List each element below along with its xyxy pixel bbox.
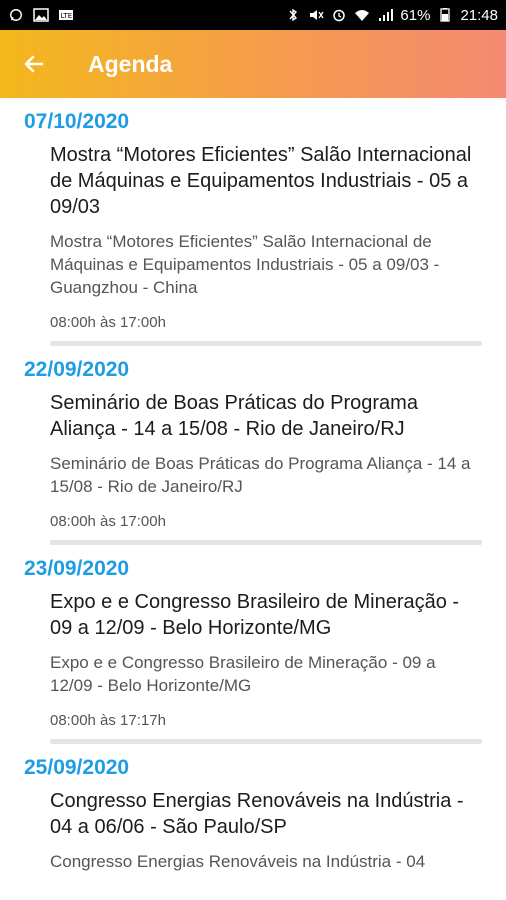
event-description: Seminário de Boas Práticas do Programa A… <box>50 454 471 496</box>
event-item[interactable]: 25/09/2020 Congresso Energias Renováveis… <box>24 744 482 873</box>
event-time: 08:00h às 17:00h <box>50 314 166 331</box>
event-date: 07/10/2020 <box>24 110 130 133</box>
whatsapp-icon <box>8 8 24 22</box>
event-title: Mostra “Motores Eficientes” Salão Intern… <box>50 144 472 218</box>
battery-percent: 61% <box>400 6 431 24</box>
event-date: 25/09/2020 <box>24 756 130 779</box>
event-description: Mostra “Motores Eficientes” Salão Intern… <box>50 232 440 297</box>
back-button[interactable] <box>0 30 68 98</box>
event-list: 07/10/2020 Mostra “Motores Eficientes” S… <box>0 98 506 873</box>
app-bar: Agenda <box>0 30 506 98</box>
event-title: Expo e e Congresso Brasileiro de Mineraç… <box>50 591 460 639</box>
mute-icon <box>308 8 324 22</box>
event-item[interactable]: 07/10/2020 Mostra “Motores Eficientes” S… <box>24 98 482 346</box>
wifi-icon <box>354 8 370 22</box>
lte-icon: LTE <box>58 8 74 22</box>
page-title: Agenda <box>88 50 173 77</box>
event-date: 23/09/2020 <box>24 557 130 580</box>
clock: 21:48 <box>460 6 498 24</box>
event-time: 08:00h às 17:17h <box>50 712 166 729</box>
event-item[interactable]: 23/09/2020 Expo e e Congresso Brasileiro… <box>24 545 482 744</box>
event-description: Congresso Energias Renováveis na Indústr… <box>50 852 426 871</box>
signal-icon <box>377 8 394 22</box>
status-bar: LTE 61% 21:48 <box>0 0 506 30</box>
event-time: 08:00h às 17:00h <box>50 513 166 530</box>
image-icon <box>33 8 49 22</box>
bluetooth-icon <box>285 8 301 22</box>
alarm-icon <box>331 8 347 22</box>
arrow-left-icon <box>24 55 44 73</box>
svg-text:LTE: LTE <box>61 12 73 20</box>
event-description: Expo e e Congresso Brasileiro de Mineraç… <box>50 653 436 695</box>
event-date: 22/09/2020 <box>24 358 130 381</box>
event-item[interactable]: 22/09/2020 Seminário de Boas Práticas do… <box>24 346 482 545</box>
event-title: Congresso Energias Renováveis na Indústr… <box>50 790 464 838</box>
battery-icon <box>437 8 453 22</box>
event-title: Seminário de Boas Práticas do Programa A… <box>50 392 418 440</box>
